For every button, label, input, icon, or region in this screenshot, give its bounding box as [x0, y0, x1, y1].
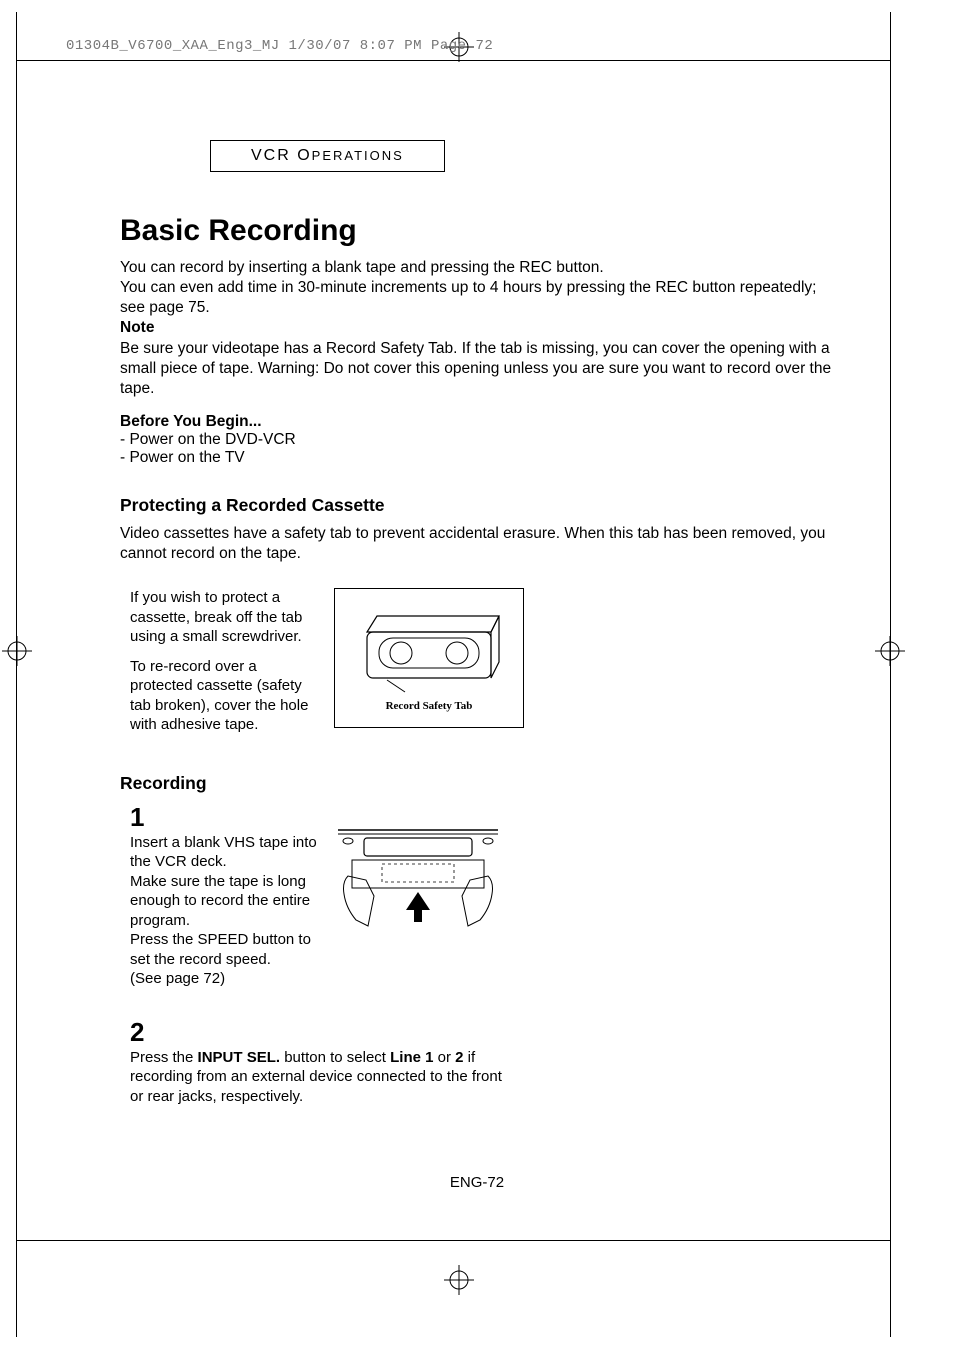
protect-p2: To re-record over a protected cassette (… [130, 657, 320, 735]
page-title: Basic Recording [120, 214, 840, 248]
print-header-info: 01304B_V6700_XAA_Eng3_MJ 1/30/07 8:07 PM… [66, 38, 493, 54]
vcr-insert-figure [338, 826, 498, 951]
before-heading-bold: Before [120, 413, 169, 430]
step-2-mid: button to select [280, 1049, 390, 1066]
registration-mark-bottom [444, 1265, 474, 1295]
recording-heading: Recording [120, 773, 840, 794]
section-label: VCR OPERATIONS [210, 140, 445, 172]
page-content: VCR OPERATIONS Basic Recording You can r… [120, 140, 840, 1106]
step-2-pre: Press the [130, 1049, 198, 1066]
step-2-or: or [433, 1049, 455, 1066]
protect-text-column: If you wish to protect a cassette, break… [130, 588, 320, 745]
step-2-b3: 2 [455, 1049, 463, 1066]
intro-line3: see page 75. [120, 298, 840, 318]
step-1-number: 1 [130, 802, 320, 833]
step-1-l2: Make sure the tape is long enough to rec… [130, 872, 320, 931]
protect-heading: Protecting a Recorded Cassette [120, 495, 840, 516]
intro-line2: You can even add time in 30-minute incre… [120, 278, 840, 298]
step-1: 1 Insert a blank VHS tape into the VCR d… [120, 802, 840, 989]
step-2-number: 2 [130, 1017, 840, 1048]
before-heading-rest: You Begin... [169, 413, 261, 430]
protect-columns: If you wish to protect a cassette, break… [120, 588, 840, 745]
step-1-l4: (See page 72) [130, 969, 320, 989]
cassette-figure-caption: Record Safety Tab [386, 700, 473, 712]
protect-body: Video cassettes have a safety tab to pre… [120, 524, 840, 564]
vcr-insert-icon [338, 826, 498, 946]
before-bullet-2: - Power on the TV [120, 449, 840, 467]
note-body: Be sure your videotape has a Record Safe… [120, 339, 840, 399]
intro-block: You can record by inserting a blank tape… [120, 258, 840, 399]
cassette-icon [349, 604, 509, 696]
cassette-figure: Record Safety Tab [334, 588, 524, 728]
note-label: Note [120, 319, 154, 336]
step-1-l1: Insert a blank VHS tape into the VCR dec… [130, 833, 320, 872]
registration-mark-left [2, 636, 32, 666]
crop-left-line [16, 12, 17, 1337]
section-label-prefix: VCR O [251, 147, 312, 164]
registration-mark-right [875, 636, 905, 666]
step-2-b2: Line 1 [390, 1049, 433, 1066]
step-2: 2 Press the INPUT SEL. button to select … [120, 1017, 840, 1107]
before-block: Before You Begin... - Power on the DVD-V… [120, 413, 840, 467]
step-1-l3: Press the SPEED button to set the record… [130, 930, 320, 969]
crop-right-line [890, 12, 891, 1337]
page-number: ENG-72 [0, 1174, 954, 1191]
section-label-rest: PERATIONS [312, 148, 404, 163]
crop-bottom-line [16, 1240, 891, 1241]
before-bullet-1: - Power on the DVD-VCR [120, 431, 840, 449]
protect-p1: If you wish to protect a cassette, break… [130, 588, 320, 647]
intro-line1: You can record by inserting a blank tape… [120, 258, 840, 278]
step-2-b1: INPUT SEL. [198, 1049, 281, 1066]
